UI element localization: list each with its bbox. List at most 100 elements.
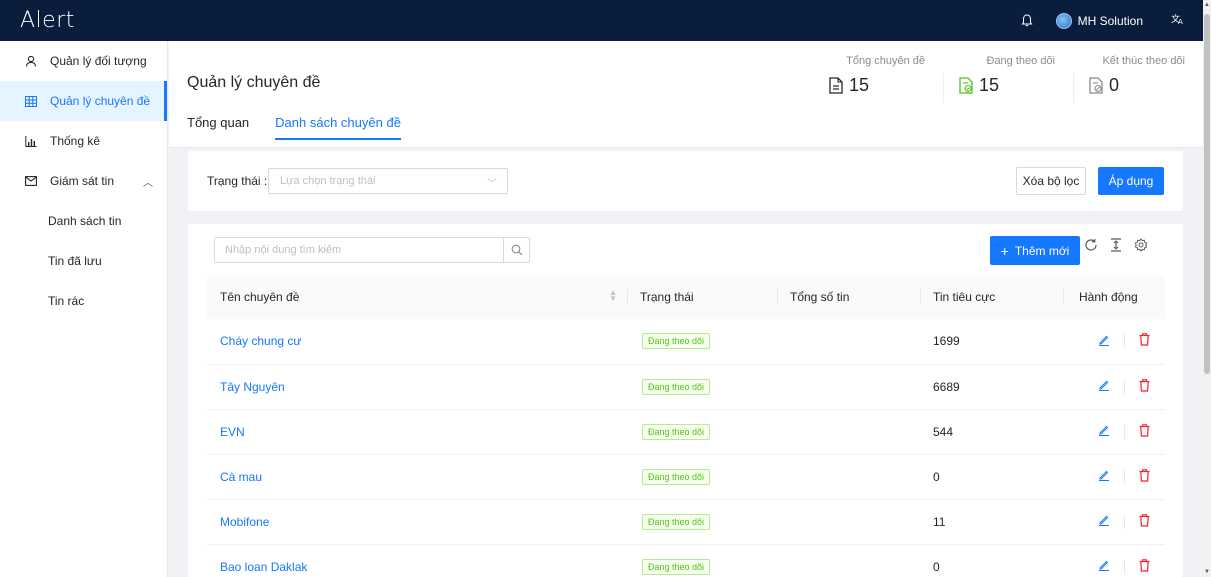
scrollbar-thumb[interactable] [1204, 14, 1210, 374]
column-height-icon[interactable] [1110, 238, 1122, 255]
column-header-topic-name[interactable]: Tên chuyên đề ▲ ▼ [207, 275, 627, 319]
sidebar-subitem-news-list[interactable]: Danh sách tin [0, 201, 167, 241]
total-news-cell [777, 454, 920, 500]
scroll-down-icon[interactable]: ▼ [1204, 569, 1210, 575]
clear-filter-button[interactable]: Xóa bộ lọc [1016, 167, 1086, 195]
settings-icon[interactable] [1134, 238, 1148, 255]
column-header-status: Trạng thái [627, 275, 777, 319]
status-cell: Đang theo dõi [627, 409, 777, 455]
total-news-cell [777, 499, 920, 545]
column-header-negative-news: Tin tiêu cực [920, 275, 1063, 319]
actions-cell [1063, 544, 1165, 577]
chevron-up-icon[interactable]: ︿ [143, 174, 153, 189]
search-icon[interactable] [503, 238, 529, 262]
status-select[interactable]: Lựa chọn trạng thái ﹀ [268, 168, 508, 194]
user-menu[interactable]: MH Solution [1055, 12, 1143, 29]
total-news-cell [777, 544, 920, 577]
actions-cell [1063, 319, 1165, 365]
sidebar-subitem-saved-news[interactable]: Tin đã lưu [0, 241, 167, 281]
edit-icon[interactable] [1098, 514, 1110, 529]
topic-table: Tên chuyên đề ▲ ▼ Trạng thái Tổng số tin … [207, 275, 1165, 577]
file-stop-icon [1089, 76, 1105, 95]
topic-name-link[interactable]: Tây Nguyên [207, 364, 627, 410]
user-name: MH Solution [1077, 13, 1143, 28]
page-header: Quản lý chuyên đề Tổng quan Danh sách ch… [169, 41, 1203, 148]
app-logo[interactable]: Alert [20, 8, 75, 33]
sort-icon[interactable]: ▲ ▼ [609, 289, 617, 303]
status-select-placeholder: Lựa chọn trạng thái [280, 175, 376, 187]
delete-icon[interactable] [1139, 423, 1150, 440]
stat-label: Tổng chuyên đề [846, 55, 925, 67]
apply-filter-button[interactable]: Áp dụng [1098, 167, 1164, 195]
sidebar-item-topics[interactable]: Quản lý chuyên đề [0, 81, 167, 121]
sidebar-item-label: Quản lý đối tượng [50, 54, 147, 68]
page-title: Quản lý chuyên đề [187, 74, 321, 91]
table-tools [1084, 238, 1148, 255]
stat-value: 0 [1109, 75, 1120, 95]
status-badge: Đang theo dõi [642, 378, 711, 395]
delete-icon[interactable] [1139, 333, 1150, 349]
stat-following: Đang theo dõi 15 [943, 55, 1073, 103]
edit-icon[interactable] [1098, 379, 1110, 394]
file-text-icon [829, 76, 845, 95]
page-scrollbar[interactable]: ▲ ▼ [1203, 0, 1211, 577]
sidebar-item-objects[interactable]: Quản lý đối tượng [0, 41, 167, 81]
column-header-actions: Hành động [1063, 275, 1165, 319]
topic-name-link[interactable]: Cà mau [207, 454, 627, 500]
edit-icon[interactable] [1098, 559, 1110, 574]
status-cell: Đang theo dõi [627, 499, 777, 545]
filter-panel: Trạng thái : Lựa chọn trạng thái ﹀ Xóa b… [188, 151, 1183, 211]
sidebar-subitem-spam-news[interactable]: Tin rác [0, 281, 167, 321]
status-cell: Đang theo dõi [627, 319, 777, 365]
delete-icon[interactable] [1139, 513, 1150, 530]
column-header-label: Tổng số tin [790, 290, 850, 304]
status-badge: Đang theo dõi [642, 558, 711, 575]
table-row: EVN Đang theo dõi 544 [207, 409, 1165, 455]
tab-overview[interactable]: Tổng quan [187, 115, 249, 140]
svg-text:A: A [1178, 18, 1183, 25]
mail-icon [24, 176, 38, 186]
stat-value: 15 [849, 75, 870, 95]
avatar [1055, 12, 1072, 29]
actions-cell [1063, 454, 1165, 500]
translate-icon[interactable]: 文A [1171, 13, 1185, 28]
topic-name-link[interactable]: Mobifone [207, 499, 627, 545]
sidebar-item-news-monitoring[interactable]: Giám sát tin ︿ [0, 161, 167, 201]
table-row: Tây Nguyên Đang theo dõi 6689 [207, 364, 1165, 410]
status-badge: Đang theo dõi [642, 468, 711, 485]
topic-name-link[interactable]: EVN [207, 409, 627, 455]
scroll-up-icon[interactable]: ▲ [1204, 2, 1210, 8]
chevron-down-icon: ﹀ [487, 179, 497, 190]
edit-icon[interactable] [1098, 334, 1110, 349]
bar-chart-icon [24, 135, 38, 147]
add-topic-button[interactable]: + Thêm mới [990, 236, 1080, 265]
delete-icon[interactable] [1139, 378, 1150, 395]
topic-name-link[interactable]: Cháy chung cư [207, 319, 627, 365]
column-header-label: Trạng thái [640, 290, 694, 304]
total-news-cell [777, 409, 920, 455]
plus-icon: + [1000, 242, 1009, 259]
topic-name-link[interactable]: Bao loan Daklak [207, 544, 627, 577]
column-header-total-news: Tổng số tin [777, 275, 920, 319]
sidebar: Quản lý đối tượng Quản lý chuyên đề Thốn… [0, 41, 168, 577]
table-row: Mobifone Đang theo dõi 11 [207, 499, 1165, 545]
negative-news-cell: 0 [920, 454, 1063, 500]
delete-icon[interactable] [1139, 558, 1150, 575]
table-header-row: Tên chuyên đề ▲ ▼ Trạng thái Tổng số tin … [207, 275, 1165, 319]
table-row: Bao loan Daklak Đang theo dõi 0 [207, 544, 1165, 577]
negative-news-cell: 6689 [920, 364, 1063, 410]
tab-topic-list[interactable]: Danh sách chuyên đề [275, 115, 401, 140]
search-box [214, 237, 530, 263]
edit-icon[interactable] [1098, 469, 1110, 484]
sidebar-item-statistics[interactable]: Thống kê [0, 121, 167, 161]
status-badge: Đang theo dõi [642, 513, 711, 530]
actions-cell [1063, 409, 1165, 455]
bell-icon[interactable] [1020, 14, 1034, 28]
total-news-cell [777, 319, 920, 365]
file-check-icon [959, 76, 975, 95]
reload-icon[interactable] [1084, 238, 1098, 255]
search-input[interactable] [215, 238, 501, 262]
edit-icon[interactable] [1098, 424, 1110, 439]
delete-icon[interactable] [1139, 468, 1150, 485]
tab-bar: Tổng quan Danh sách chuyên đề [187, 115, 427, 140]
